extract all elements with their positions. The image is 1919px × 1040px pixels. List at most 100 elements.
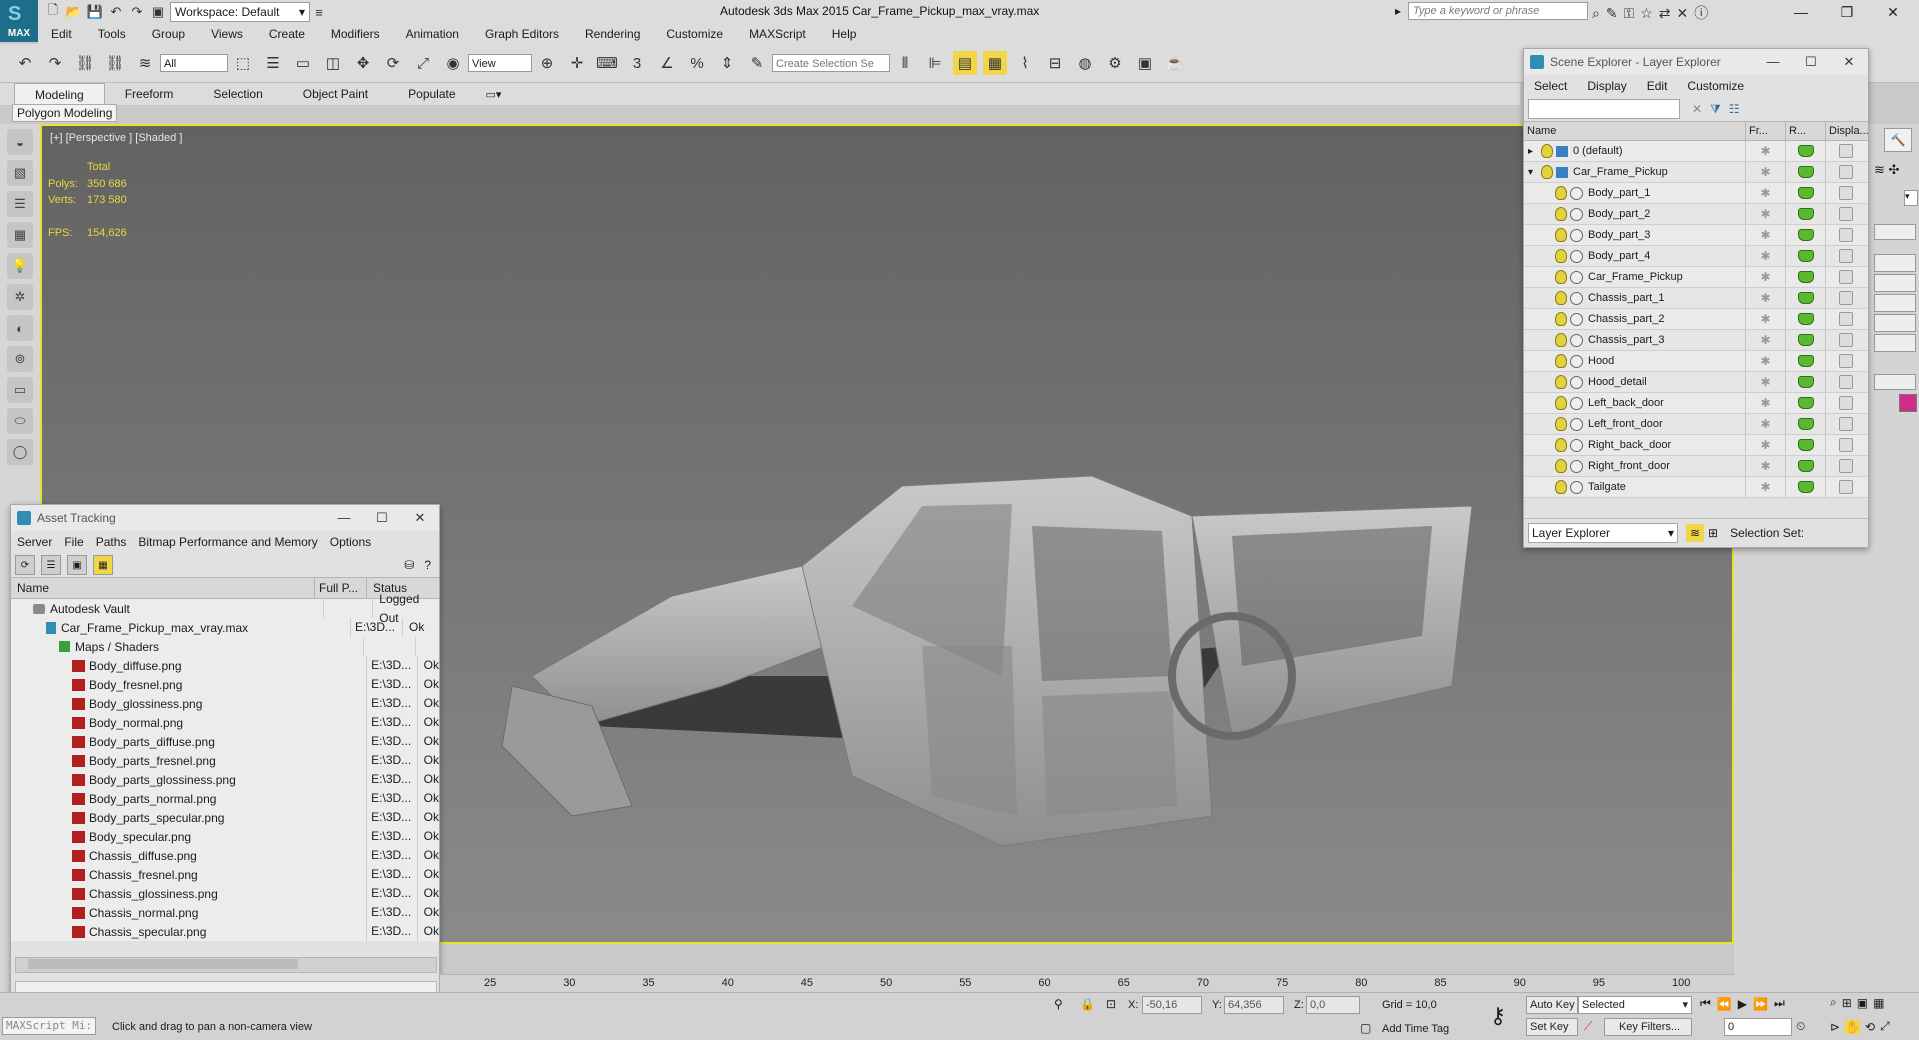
se-tree-row[interactable]: Hood_detail ✱ <box>1524 372 1868 393</box>
visibility-bulb-icon[interactable] <box>1541 165 1553 179</box>
grid-icon[interactable]: ▦ <box>7 222 33 248</box>
isolate-icon[interactable]: ⚲ <box>1054 997 1063 1011</box>
rotate-icon[interactable]: ⟳ <box>381 51 405 75</box>
schematic-view-icon[interactable]: ⊟ <box>1043 51 1067 75</box>
at-tree-row[interactable]: Autodesk Vault Logged Out <box>11 592 439 625</box>
visibility-bulb-icon[interactable] <box>1541 144 1553 158</box>
rendered-frame-window-icon[interactable]: ▣ <box>1133 51 1157 75</box>
ribbon-tab-selection[interactable]: Selection <box>193 83 282 105</box>
select-manipulate-icon[interactable]: ✛ <box>565 51 589 75</box>
se-freeze-cell[interactable]: ✱ <box>1746 225 1786 245</box>
clear-icon[interactable]: ✕ <box>1692 102 1702 116</box>
se-freeze-cell[interactable]: ✱ <box>1746 204 1786 224</box>
at-tree-row[interactable]: Body_parts_diffuse.png E:\3D... Ok <box>11 732 439 751</box>
se-freeze-cell[interactable]: ✱ <box>1746 393 1786 413</box>
x-coordinate-field[interactable]: -50,16 <box>1142 996 1202 1014</box>
scene-explorer-titlebar[interactable]: Scene Explorer - Layer Explorer — ☐ ✕ <box>1524 49 1868 75</box>
se-tree-row[interactable]: Left_front_door ✱ <box>1524 414 1868 435</box>
key-set-dropdown[interactable]: Selected ▾ <box>1578 996 1692 1014</box>
se-display-cell[interactable] <box>1826 393 1866 413</box>
se-render-cell[interactable] <box>1786 246 1826 266</box>
reference-coordinate-dropdown[interactable]: View <box>468 54 532 72</box>
visibility-bulb-icon[interactable] <box>1555 270 1567 284</box>
vault-icon[interactable]: ⛁ <box>404 558 414 572</box>
key-filters-button[interactable]: Key Filters... <box>1604 1018 1692 1036</box>
se-freeze-cell[interactable]: ✱ <box>1746 267 1786 287</box>
se-render-cell[interactable] <box>1786 456 1826 476</box>
ribbon-tab-object-paint[interactable]: Object Paint <box>283 83 388 105</box>
se-tree-row[interactable]: Body_part_2 ✱ <box>1524 204 1868 225</box>
se-tree-row[interactable]: Right_front_door ✱ <box>1524 456 1868 477</box>
menu-views[interactable]: Views <box>198 24 256 44</box>
scale-icon[interactable]: ⤢ <box>411 51 435 75</box>
time-configuration-icon[interactable]: ⏲ <box>1796 1019 1805 1034</box>
shape-icon[interactable]: ⬭ <box>7 408 33 434</box>
visibility-bulb-icon[interactable] <box>1555 375 1567 389</box>
at-tree-row[interactable]: Chassis_diffuse.png E:\3D... Ok <box>11 846 439 865</box>
menu-rendering[interactable]: Rendering <box>572 24 653 44</box>
se-freeze-cell[interactable]: ✱ <box>1746 435 1786 455</box>
se-display-cell[interactable] <box>1826 288 1866 308</box>
at-tree-row[interactable]: Body_specular.png E:\3D... Ok <box>11 827 439 846</box>
se-search-input[interactable] <box>1528 99 1680 119</box>
se-display-cell[interactable] <box>1826 225 1866 245</box>
se-menu-customize[interactable]: Customize <box>1677 75 1754 97</box>
new-file-icon[interactable]: 🗋 <box>44 2 62 21</box>
time-tag-icon[interactable]: ▢ <box>1360 1021 1371 1035</box>
table-view-icon[interactable]: ▦ <box>93 555 113 575</box>
set-key-button[interactable]: Set Key <box>1526 1018 1578 1036</box>
rectangle-selection-icon[interactable]: ▭ <box>291 51 315 75</box>
zoom-all-icon[interactable]: ⊞ <box>1842 996 1852 1010</box>
visibility-bulb-icon[interactable] <box>1555 333 1567 347</box>
visibility-bulb-icon[interactable] <box>1555 249 1567 263</box>
maxscript-listener[interactable]: MAXScript Mi: <box>2 1017 96 1035</box>
se-render-cell[interactable] <box>1786 330 1826 350</box>
se-render-cell[interactable] <box>1786 141 1826 161</box>
menu-graph-editors[interactable]: Graph Editors <box>472 24 572 44</box>
se-freeze-cell[interactable]: ✱ <box>1746 372 1786 392</box>
close-icon[interactable]: ✕ <box>1830 54 1868 70</box>
se-tree-row[interactable]: Body_part_1 ✱ <box>1524 183 1868 204</box>
at-tree-row[interactable]: Chassis_normal.png E:\3D... Ok <box>11 903 439 922</box>
asset-tracking-titlebar[interactable]: Asset Tracking — ☐ ✕ <box>11 505 439 531</box>
list-icon[interactable]: ☰ <box>7 191 33 217</box>
se-render-cell[interactable] <box>1786 288 1826 308</box>
link-icon[interactable]: ⛓ <box>73 51 97 75</box>
auto-key-button[interactable]: Auto Key <box>1526 996 1578 1014</box>
ribbon-tab-modeling[interactable]: Modeling <box>14 82 105 106</box>
orbit-icon[interactable]: ⟲ <box>1865 1020 1875 1034</box>
ribbon-options-icon[interactable]: ▭▾ <box>486 88 502 101</box>
visibility-bulb-icon[interactable] <box>1555 291 1567 305</box>
at-menu-bitmap[interactable]: Bitmap Performance and Memory <box>132 531 323 553</box>
se-tree-row[interactable]: Tailgate ✱ <box>1524 477 1868 498</box>
search-input[interactable]: Type a keyword or phrase <box>1408 2 1588 20</box>
menu-edit[interactable]: Edit <box>38 24 85 44</box>
se-display-cell[interactable] <box>1826 435 1866 455</box>
explorer-type-dropdown[interactable]: Layer Explorer ▾ <box>1528 523 1678 543</box>
se-display-cell[interactable] <box>1826 372 1866 392</box>
se-display-cell[interactable] <box>1826 330 1866 350</box>
help-icon[interactable]: ⓘ <box>1694 3 1708 23</box>
undo-icon[interactable]: ↶ <box>107 3 125 21</box>
go-to-end-icon[interactable]: ⏭ <box>1774 996 1785 1011</box>
workspace-dropdown[interactable]: Workspace: Default ▾ <box>170 2 310 22</box>
star-icon[interactable]: ☆ <box>1640 5 1653 22</box>
binoculars-icon[interactable]: ⌕ <box>1592 5 1600 22</box>
render-production-icon[interactable]: ☕ <box>1163 51 1187 75</box>
project-folder-icon[interactable]: ▣ <box>149 3 167 21</box>
se-render-cell[interactable] <box>1786 267 1826 287</box>
object-type-button-1[interactable] <box>1874 254 1916 272</box>
at-tree-row[interactable]: Body_normal.png E:\3D... Ok <box>11 713 439 732</box>
close-icon[interactable]: ✕ <box>1876 2 1910 22</box>
se-display-cell[interactable] <box>1826 183 1866 203</box>
create-selection-set-dropdown[interactable]: Create Selection Se <box>772 54 890 72</box>
hierarchy-icon[interactable]: ⊞ <box>1708 526 1718 540</box>
current-frame-field[interactable]: 0 <box>1724 1018 1792 1036</box>
se-display-cell[interactable] <box>1826 351 1866 371</box>
layer-manager-icon[interactable]: ▤ <box>953 51 977 75</box>
timeline-ruler[interactable]: 25 30 35 40 45 50 55 60 65 70 75 80 85 90 95 100 <box>440 974 1734 993</box>
panel-icons[interactable]: ≋ ✣ <box>1874 162 1899 178</box>
selection-filter-dropdown[interactable]: All <box>160 54 228 72</box>
app-logo[interactable]: S MAX <box>0 0 38 42</box>
redo-icon[interactable]: ↷ <box>128 3 146 21</box>
